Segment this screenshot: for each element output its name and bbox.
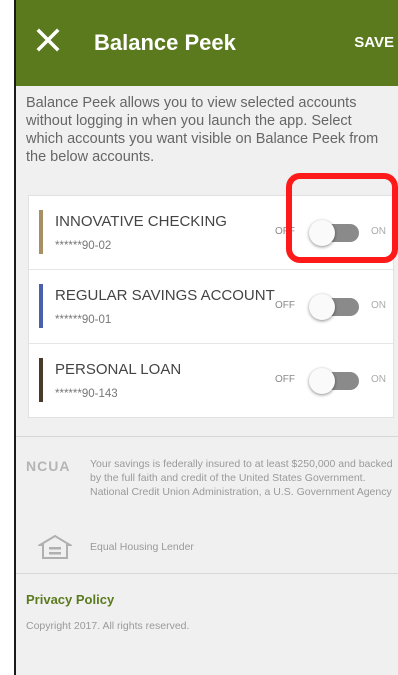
account-row-personal-loan: PERSONAL LOAN ******90-143 OFF ON	[29, 344, 393, 417]
account-name: REGULAR SAVINGS ACCOUNT	[55, 287, 275, 304]
toggle-off-label: OFF	[275, 300, 295, 311]
toggle-thumb[interactable]	[309, 220, 335, 246]
privacy-policy-link[interactable]: Privacy Policy	[26, 592, 114, 607]
account-number: ******90-143	[55, 388, 118, 400]
balance-peek-toggle[interactable]: OFF ON	[275, 294, 391, 320]
account-name: PERSONAL LOAN	[55, 361, 182, 378]
equal-housing-icon	[38, 534, 72, 559]
equal-housing-text: Equal Housing Lender	[90, 541, 194, 553]
balance-peek-toggle[interactable]: OFF ON	[275, 368, 391, 394]
copyright-text: Copyright 2017. All rights reserved.	[26, 620, 190, 632]
intro-text: Balance Peek allows you to view selected…	[26, 95, 379, 165]
close-icon	[36, 28, 60, 52]
account-row-innovative-checking: INNOVATIVE CHECKING ******90-02 OFF ON	[29, 196, 393, 270]
ncua-logo: NCUA	[26, 458, 71, 474]
phone-screen: Balance Peek SAVE Balance Peek allows yo…	[14, 0, 398, 675]
toggle-off-label: OFF	[275, 374, 295, 385]
app-header: Balance Peek SAVE	[16, 0, 398, 86]
ncua-disclosure: Your savings is federally insured to at …	[90, 458, 393, 498]
balance-peek-toggle[interactable]: OFF ON	[275, 220, 391, 246]
divider	[16, 436, 398, 437]
account-color-bar	[39, 358, 43, 402]
account-row-regular-savings: REGULAR SAVINGS ACCOUNT ******90-01 OFF …	[29, 270, 393, 344]
account-number: ******90-01	[55, 314, 112, 326]
divider	[16, 573, 398, 574]
toggle-on-label: ON	[371, 300, 386, 311]
toggle-thumb[interactable]	[309, 294, 335, 320]
toggle-thumb[interactable]	[309, 368, 335, 394]
account-color-bar	[39, 210, 43, 254]
account-list: INNOVATIVE CHECKING ******90-02 OFF ON R…	[28, 195, 394, 418]
save-button[interactable]: SAVE	[354, 34, 394, 51]
page-title: Balance Peek	[94, 30, 236, 55]
account-number: ******90-02	[55, 240, 112, 252]
account-name: INNOVATIVE CHECKING	[55, 213, 227, 230]
close-button[interactable]	[26, 18, 70, 62]
toggle-on-label: ON	[371, 226, 386, 237]
toggle-off-label: OFF	[275, 226, 295, 237]
account-color-bar	[39, 284, 43, 328]
toggle-on-label: ON	[371, 374, 386, 385]
